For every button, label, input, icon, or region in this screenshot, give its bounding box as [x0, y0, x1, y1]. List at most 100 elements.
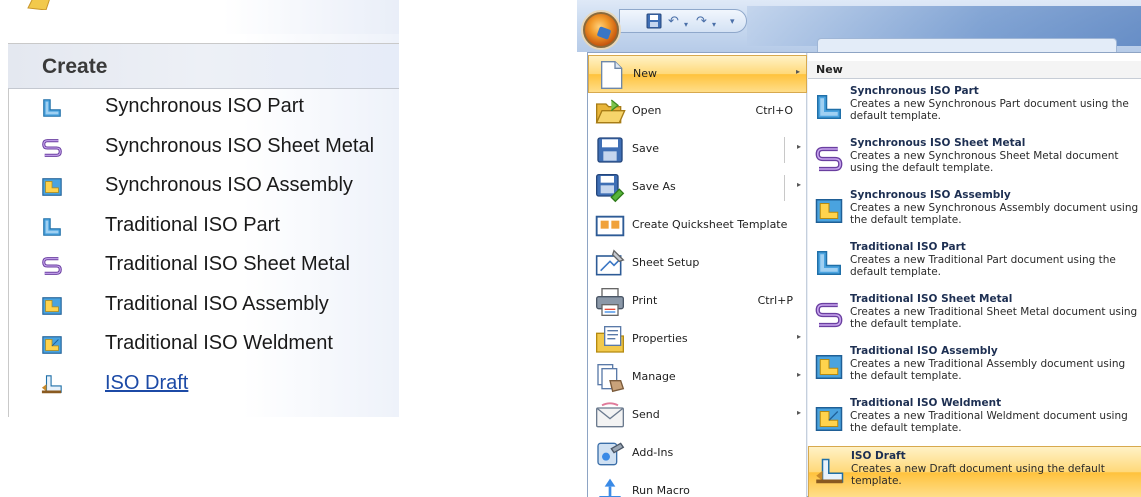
- screenshot-root: Create Synchronous ISO Part Synchronous I…: [0, 0, 1141, 497]
- application-menu: New ▸ Open Ctrl+O Save ▸ Save As ▸ Create Quicks…: [587, 52, 1141, 497]
- menu-item-add-ins[interactable]: Add-Ins: [588, 435, 807, 473]
- assembly-icon: [40, 295, 64, 317]
- split-divider: [784, 175, 785, 201]
- create-list-item-label: Synchronous ISO Assembly: [105, 174, 353, 196]
- undo-icon[interactable]: ↶: [668, 13, 679, 29]
- split-divider: [784, 137, 785, 163]
- submenu-title: New: [816, 63, 843, 76]
- quick-access-toolbar: ↶ ▾ ↷ ▾ ▾: [619, 9, 747, 33]
- template-description: Creates a new Traditional Sheet Metal do…: [850, 306, 1138, 330]
- menu-item-label: Run Macro: [632, 484, 690, 497]
- new-template-item[interactable]: Traditional ISO Assembly Creates a new Tr…: [808, 342, 1141, 394]
- new-template-item[interactable]: Synchronous ISO Assembly Creates a new Sy…: [808, 186, 1141, 238]
- create-list-item[interactable]: Synchronous ISO Part: [8, 89, 399, 129]
- template-description: Creates a new Synchronous Sheet Metal do…: [850, 150, 1119, 174]
- template-title: Traditional ISO Sheet Metal: [850, 293, 1013, 305]
- create-list-item[interactable]: Synchronous ISO Assembly: [8, 168, 399, 208]
- redo-icon[interactable]: ↷: [696, 13, 707, 29]
- menu-item-save[interactable]: Save ▸: [588, 131, 807, 169]
- new-template-item[interactable]: Traditional ISO Weldment Creates a new Tr…: [808, 394, 1141, 446]
- part-icon: [40, 216, 64, 238]
- create-list-item-label: Synchronous ISO Sheet Metal: [105, 134, 375, 157]
- printer-icon: [594, 286, 626, 318]
- create-list-item-label: Synchronous ISO Part: [105, 95, 304, 117]
- application-logo-icon: [596, 26, 612, 40]
- application-window: ↶ ▾ ↷ ▾ ▾ New ▸ Open Ctrl+O Save ▸ Save As ▸ Cre…: [577, 0, 1141, 497]
- submenu-arrow-icon[interactable]: ▸: [797, 142, 801, 151]
- application-menu-commands: New ▸ Open Ctrl+O Save ▸ Save As ▸ Create Quicks…: [588, 53, 807, 497]
- send-mail-icon: [594, 400, 626, 432]
- template-title: Traditional ISO Assembly: [850, 345, 998, 357]
- section-title: Create: [42, 55, 108, 78]
- menu-item-label: Sheet Setup: [632, 256, 700, 269]
- template-description: Creates a new Draft document using the d…: [851, 463, 1105, 487]
- menu-item-sheet-setup[interactable]: Sheet Setup: [588, 245, 807, 283]
- template-title: Synchronous ISO Sheet Metal: [850, 137, 1026, 149]
- template-title: Traditional ISO Weldment: [850, 397, 1002, 409]
- menu-item-create-quicksheet-template[interactable]: Create Quicksheet Template: [588, 207, 807, 245]
- template-description: Creates a new Traditional Weldment docum…: [850, 410, 1128, 434]
- submenu-arrow-icon[interactable]: ▸: [797, 332, 801, 341]
- menu-item-label: Properties: [632, 332, 688, 345]
- undo-dropdown-icon[interactable]: ▾: [684, 17, 688, 33]
- sheet-metal-icon: [40, 255, 64, 277]
- menu-item-label: Create Quicksheet Template: [632, 218, 788, 231]
- template-title: Traditional ISO Part: [850, 241, 966, 253]
- new-template-item[interactable]: Traditional ISO Part Creates a new Tradit…: [808, 238, 1141, 290]
- weldment-icon: [40, 334, 64, 356]
- create-list-item-label: Traditional ISO Sheet Metal: [105, 253, 350, 275]
- create-list-item[interactable]: Traditional ISO Part: [8, 208, 399, 248]
- menu-item-label: Save As: [632, 180, 676, 193]
- create-list-item[interactable]: Synchronous ISO Sheet Metal: [8, 129, 399, 169]
- save-as-icon: [594, 172, 626, 204]
- create-list-item-label: Traditional ISO Part: [105, 213, 280, 236]
- menu-item-open[interactable]: Open Ctrl+O: [588, 93, 807, 131]
- template-description: Creates a new Synchronous Part document …: [850, 98, 1129, 122]
- menu-item-print[interactable]: Print Ctrl+P: [588, 283, 807, 321]
- new-template-item[interactable]: Traditional ISO Sheet Metal Creates a new…: [808, 290, 1141, 342]
- title-bar: ↶ ▾ ↷ ▾ ▾: [577, 0, 1141, 58]
- menu-item-label: New: [633, 67, 657, 80]
- assembly-icon: [814, 196, 844, 226]
- submenu-arrow-icon[interactable]: ▸: [796, 67, 800, 76]
- create-list-item-label: Traditional ISO Weldment: [105, 332, 333, 354]
- menu-item-manage[interactable]: Manage ▸: [588, 359, 807, 397]
- menu-item-label: Save: [632, 142, 660, 155]
- menu-item-label: Manage: [632, 370, 676, 383]
- menu-item-label: Print: [632, 294, 658, 307]
- submenu-arrow-icon[interactable]: ▸: [797, 180, 801, 189]
- create-list-item[interactable]: ISO Draft: [8, 366, 399, 406]
- menu-item-new[interactable]: New ▸: [588, 55, 807, 93]
- application-button[interactable]: [583, 12, 619, 48]
- menu-item-send[interactable]: Send ▸: [588, 397, 807, 435]
- customize-toolbar-icon[interactable]: ▾: [730, 13, 735, 29]
- run-macro-icon: [594, 476, 626, 497]
- menu-item-shortcut: Ctrl+O: [755, 104, 793, 117]
- menu-item-properties[interactable]: Properties ▸: [588, 321, 807, 359]
- menu-item-save-as[interactable]: Save As ▸: [588, 169, 807, 207]
- create-list-item[interactable]: Traditional ISO Weldment: [8, 326, 399, 366]
- template-description: Creates a new Traditional Part document …: [850, 254, 1116, 278]
- create-list-item[interactable]: Traditional ISO Sheet Metal: [8, 247, 399, 287]
- submenu-arrow-icon[interactable]: ▸: [797, 370, 801, 379]
- new-template-item[interactable]: Synchronous ISO Sheet Metal Creates a new…: [808, 134, 1141, 186]
- create-list-item-label[interactable]: ISO Draft: [105, 372, 188, 395]
- template-description: Creates a new Synchronous Assembly docum…: [850, 202, 1139, 226]
- weldment-icon: [814, 404, 844, 434]
- menu-item-label: Send: [632, 408, 660, 421]
- redo-dropdown-icon[interactable]: ▾: [712, 17, 716, 33]
- template-title: ISO Draft: [851, 450, 906, 462]
- submenu-arrow-icon[interactable]: ▸: [797, 408, 801, 417]
- top-strip: [8, 0, 399, 34]
- save-disk-icon: [594, 134, 626, 166]
- add-ins-icon: [594, 438, 626, 470]
- create-list-item[interactable]: Traditional ISO Assembly: [8, 287, 399, 327]
- save-icon[interactable]: [646, 13, 662, 29]
- menu-item-run-macro[interactable]: Run Macro: [588, 473, 807, 497]
- new-template-item[interactable]: ISO Draft Creates a new Draft document us…: [808, 446, 1141, 497]
- new-template-item[interactable]: Synchronous ISO Part Creates a new Synchr…: [808, 82, 1141, 134]
- menu-item-label: Add-Ins: [632, 446, 674, 459]
- menu-item-shortcut: Ctrl+P: [757, 294, 793, 307]
- new-submenu: New Synchronous ISO Part Creates a new Sy…: [808, 53, 1141, 497]
- submenu-header: New: [808, 61, 1141, 79]
